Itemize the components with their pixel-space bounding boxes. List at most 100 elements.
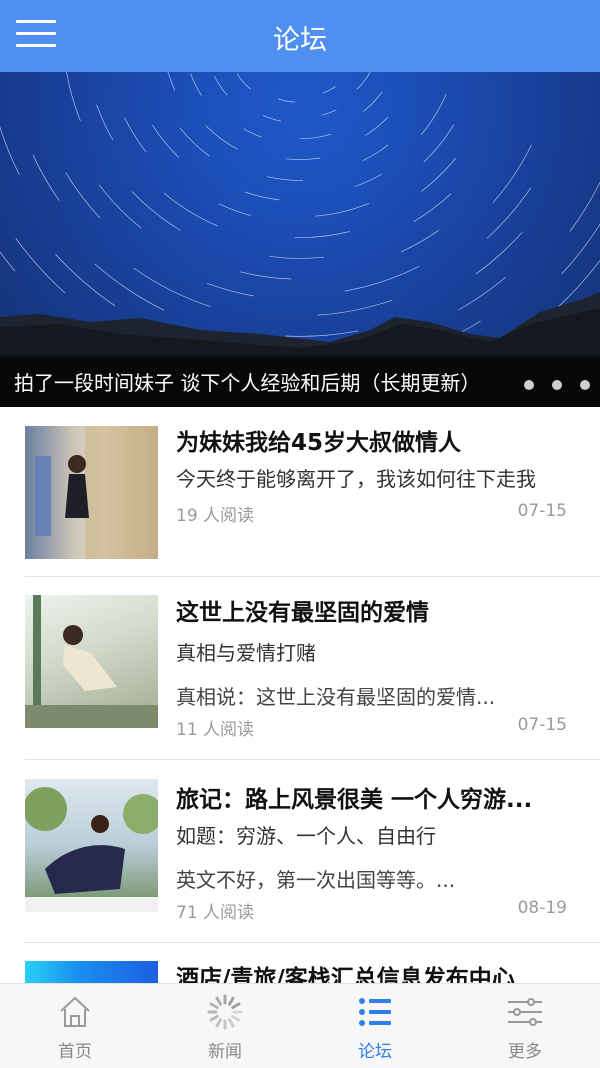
star-trail (206, 282, 254, 297)
star-trail (32, 154, 60, 201)
post-title: 为妹妹我给45岁大叔做情人 (176, 430, 462, 456)
star-trail (163, 192, 218, 227)
post-excerpt: 真相与爱情打赌 (176, 641, 316, 665)
spinner-spoke (228, 996, 235, 1006)
star-trail (179, 127, 210, 157)
post-read-count: 19 人阅读 (176, 506, 255, 526)
post-thumbnail (25, 779, 158, 912)
star-trail (0, 126, 20, 176)
star-trail (285, 157, 321, 160)
star-trail (492, 144, 532, 203)
star-trail (400, 229, 440, 253)
star-trail (365, 116, 389, 136)
carousel-dot[interactable] (580, 380, 590, 390)
carousel-dot[interactable] (524, 380, 534, 390)
spinner-spoke (228, 1018, 235, 1028)
tab-forum[interactable]: 论坛 (300, 984, 450, 1068)
star-trail (96, 104, 114, 141)
star-trail (486, 187, 532, 239)
post-thumbnail (25, 961, 158, 983)
tab-news[interactable]: 新闻 (150, 984, 300, 1068)
post-title: 这世上没有最坚固的爱情 (176, 600, 429, 626)
star-trail (356, 72, 371, 90)
tab-home[interactable]: 首页 (0, 984, 150, 1068)
carousel-indicators (506, 375, 590, 394)
post-thumbnail (25, 426, 158, 559)
star-trail (15, 238, 66, 294)
settings-sliders-icon (508, 998, 542, 1026)
spinner-spoke (215, 996, 222, 1006)
star-trail (124, 117, 147, 153)
star-trail (243, 128, 262, 138)
star-trail (323, 86, 336, 94)
spinner-spoke (215, 1018, 222, 1028)
featured-banner[interactable]: 拍了一段时间妹子 谈下个人经验和后期（长期更新） (0, 72, 600, 407)
star-trail (98, 184, 142, 229)
post-item[interactable]: 酒店/青旅/客栈汇总信息发布中心 (0, 943, 600, 983)
post-date: 07-15 (517, 501, 567, 521)
post-excerpt-2: 英文不好，第一次出国等等。... (176, 868, 456, 892)
star-trail (262, 114, 282, 122)
star-trail (218, 203, 251, 216)
post-excerpt: 如题：穷游、一个人、自由行 (176, 824, 436, 848)
banner-caption: 拍了一段时间妹子 谈下个人经验和后期（长期更新） (14, 371, 481, 395)
star-trail (267, 176, 303, 181)
banner-caption-bar: 拍了一段时间妹子 谈下个人经验和后期（长期更新） (0, 357, 600, 407)
post-item[interactable]: 为妹妹我给45岁大叔做情人 今天终于能够离开了，我该如何往下走我 19 人阅读 … (0, 407, 600, 577)
post-item[interactable]: 这世上没有最坚固的爱情 真相与爱情打赌 真相说：这世上没有最坚固的爱情... 1… (0, 577, 600, 760)
spinner-spoke (209, 1002, 219, 1009)
star-trail (190, 73, 202, 96)
top-app-bar: 论坛 (0, 0, 600, 72)
bottom-tab-bar: 首页 新闻 论坛 更多 (0, 983, 600, 1068)
loading-spinner-icon (207, 994, 243, 1030)
star-trail (423, 124, 455, 163)
star-trail (66, 72, 81, 121)
star-trail (133, 267, 211, 308)
star-trail (421, 157, 456, 192)
star-trail (65, 172, 101, 219)
post-date: 07-15 (517, 715, 567, 735)
post-item[interactable]: 旅记：路上风景很美 一个人穷游... 如题：穷游、一个人、自由行 英文不好，第一… (0, 760, 600, 942)
star-trail (355, 173, 383, 187)
post-thumbnail (25, 595, 158, 728)
post-excerpt-2: 真相说：这世上没有最坚固的爱情... (176, 685, 496, 709)
tab-label: 论坛 (358, 1042, 392, 1062)
post-list: 为妹妹我给45岁大叔做情人 今天终于能够离开了，我该如何往下走我 19 人阅读 … (0, 407, 600, 983)
star-trail (152, 124, 180, 158)
star-trail (131, 191, 181, 231)
post-excerpt: 今天终于能够离开了，我该如何往下走我 (176, 467, 536, 491)
post-date: 08-19 (517, 898, 567, 918)
star-trail (413, 193, 452, 223)
star-trail (294, 231, 350, 238)
spinner-spoke (231, 1015, 241, 1022)
star-trail (0, 251, 16, 272)
star-trail (213, 75, 228, 96)
star-trail (475, 231, 523, 275)
tab-label: 更多 (508, 1042, 542, 1062)
star-trail (299, 133, 332, 140)
star-trail (269, 255, 324, 259)
star-trail (569, 181, 600, 232)
post-title: 旅记：路上风景很美 一个人穷游... (176, 787, 533, 813)
star-trail (285, 330, 359, 337)
page-title: 论坛 (273, 25, 327, 56)
star-trail (421, 93, 447, 135)
tab-more[interactable]: 更多 (450, 984, 600, 1068)
star-trail (315, 202, 370, 217)
star-trail (363, 91, 383, 112)
star-trail (236, 73, 251, 90)
carousel-dot[interactable] (552, 380, 562, 390)
tab-label: 新闻 (208, 1042, 242, 1062)
star-trail (458, 276, 506, 311)
star-trail (362, 144, 389, 162)
star-trail (317, 299, 393, 316)
list-icon (359, 998, 391, 1026)
star-trail (278, 98, 296, 103)
star-trail (321, 109, 337, 116)
spinner-spoke (231, 1002, 241, 1009)
post-read-count: 71 人阅读 (176, 903, 255, 923)
star-trail (244, 191, 280, 201)
spinner-spoke (209, 1015, 219, 1022)
star-trail (167, 72, 176, 91)
home-icon (60, 996, 90, 1027)
